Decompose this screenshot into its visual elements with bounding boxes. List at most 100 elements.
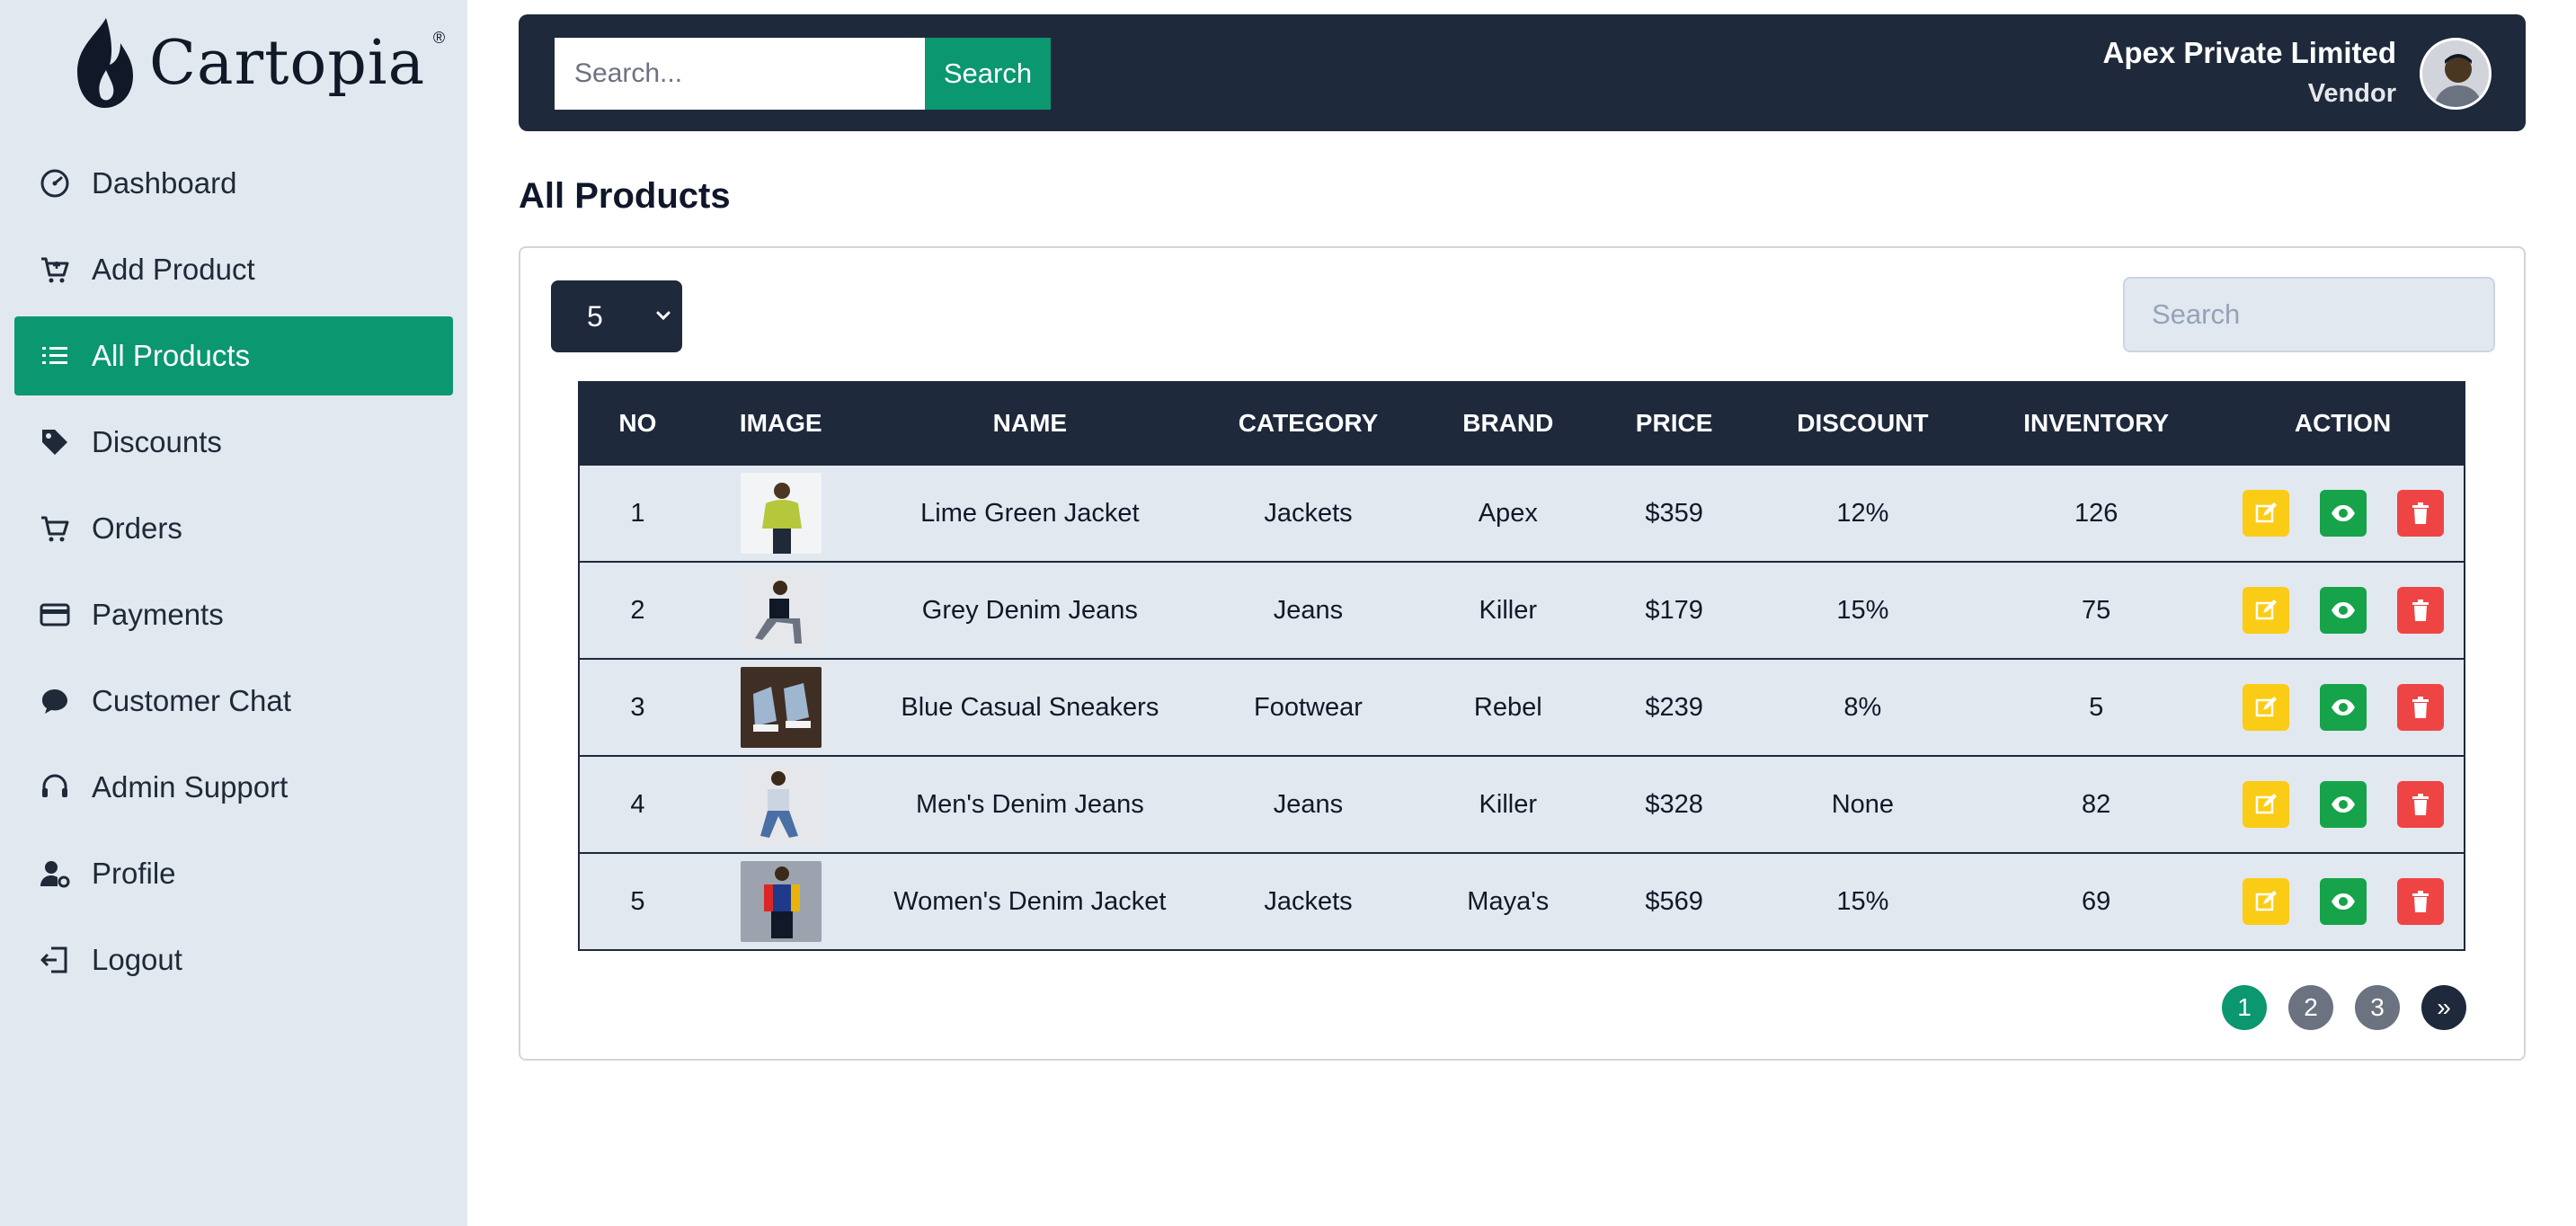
cell-image bbox=[695, 852, 866, 950]
edit-icon bbox=[2255, 794, 2277, 814]
view-button[interactable] bbox=[2319, 684, 2367, 731]
sidebar-item-all-products[interactable]: All Products bbox=[14, 316, 453, 395]
page-button-2[interactable]: 2 bbox=[2288, 985, 2333, 1030]
view-button[interactable] bbox=[2319, 490, 2367, 537]
flame-logo-icon bbox=[77, 18, 133, 108]
cell-category: Jeans bbox=[1194, 561, 1423, 659]
product-thumbnail[interactable] bbox=[740, 473, 822, 554]
sidebar-item-label: Discounts bbox=[92, 425, 222, 458]
delete-button[interactable] bbox=[2396, 684, 2444, 731]
column-header-discount: DISCOUNT bbox=[1754, 382, 1971, 465]
delete-button[interactable] bbox=[2396, 878, 2444, 925]
edit-button[interactable] bbox=[2242, 878, 2289, 925]
column-header-image: IMAGE bbox=[695, 382, 866, 465]
table-row: 1 Lime Green Jacket Jackets Apex $359 12… bbox=[579, 464, 2465, 562]
cell-price: $569 bbox=[1593, 852, 1755, 950]
page-size-select[interactable]: 5 bbox=[551, 280, 682, 352]
cell-actions bbox=[2222, 658, 2465, 756]
headset-icon bbox=[38, 770, 72, 804]
edit-button[interactable] bbox=[2242, 587, 2289, 634]
cell-image bbox=[695, 755, 866, 853]
edit-button[interactable] bbox=[2242, 781, 2289, 828]
cell-brand: Apex bbox=[1422, 464, 1594, 562]
registered-mark: ® bbox=[432, 29, 446, 47]
edit-icon bbox=[2255, 891, 2277, 911]
cell-no: 3 bbox=[579, 658, 696, 756]
brand-logo[interactable]: Cartopia ® bbox=[70, 16, 445, 110]
column-header-category: CATEGORY bbox=[1194, 382, 1423, 465]
cell-discount: 15% bbox=[1754, 852, 1971, 950]
header-search-button[interactable]: Search bbox=[925, 38, 1051, 110]
logout-icon bbox=[38, 943, 72, 977]
cell-actions bbox=[2222, 852, 2465, 950]
view-button[interactable] bbox=[2319, 587, 2367, 634]
page-size-value: 5 bbox=[587, 299, 603, 333]
table-search-input[interactable]: Search bbox=[2123, 277, 2495, 352]
trash-icon bbox=[2412, 697, 2429, 718]
table-row: 4 Men's Denim Jeans Jeans Killer $328 No… bbox=[579, 755, 2465, 853]
cell-inventory: 126 bbox=[1970, 464, 2223, 562]
chat-icon bbox=[38, 684, 72, 718]
delete-button[interactable] bbox=[2396, 781, 2444, 828]
column-header-price: PRICE bbox=[1593, 382, 1755, 465]
product-thumbnail[interactable] bbox=[740, 570, 822, 651]
edit-icon bbox=[2255, 502, 2277, 523]
cell-actions bbox=[2222, 561, 2465, 659]
sidebar-item-add-product[interactable]: Add Product bbox=[14, 230, 453, 309]
trash-icon bbox=[2412, 891, 2429, 912]
sidebar-item-logout[interactable]: Logout bbox=[14, 920, 453, 999]
sidebar-item-label: Orders bbox=[92, 511, 182, 545]
list-icon bbox=[38, 339, 72, 373]
sidebar-item-label: Admin Support bbox=[92, 770, 289, 804]
product-thumbnail[interactable] bbox=[740, 667, 822, 748]
products-card: 5 Search NO IMAGE NAME CATEGORY BRAND PR… bbox=[519, 246, 2526, 1061]
cell-name: Women's Denim Jacket bbox=[866, 852, 1195, 950]
avatar[interactable] bbox=[2420, 38, 2492, 110]
cell-image bbox=[695, 658, 866, 756]
cell-image bbox=[695, 561, 866, 659]
sidebar-item-label: Payments bbox=[92, 598, 224, 631]
cell-name: Men's Denim Jeans bbox=[866, 755, 1195, 853]
cell-no: 1 bbox=[579, 464, 696, 562]
page-button-3[interactable]: 3 bbox=[2355, 985, 2400, 1030]
cell-discount: 12% bbox=[1754, 464, 1971, 562]
sidebar-item-discounts[interactable]: Discounts bbox=[14, 403, 453, 482]
cell-no: 4 bbox=[579, 755, 696, 853]
column-header-action: ACTION bbox=[2222, 382, 2465, 465]
product-thumbnail[interactable] bbox=[740, 861, 822, 942]
sidebar-item-profile[interactable]: Profile bbox=[14, 834, 453, 913]
cell-no: 5 bbox=[579, 852, 696, 950]
sidebar-item-customer-chat[interactable]: Customer Chat bbox=[14, 662, 453, 741]
table-row: 3 Blue Casual Sneakers Footwear Rebel $2… bbox=[579, 658, 2465, 756]
cell-category: Jackets bbox=[1194, 852, 1423, 950]
edit-button[interactable] bbox=[2242, 684, 2289, 731]
eye-icon bbox=[2331, 699, 2355, 715]
header-search-input[interactable]: Search... bbox=[555, 38, 925, 110]
sidebar-item-label: All Products bbox=[92, 339, 251, 372]
delete-button[interactable] bbox=[2396, 490, 2444, 537]
cell-inventory: 75 bbox=[1970, 561, 2223, 659]
table-header-row: NO IMAGE NAME CATEGORY BRAND PRICE DISCO… bbox=[579, 382, 2465, 465]
table-row: 5 Women's Denim Jacket Jackets Maya's $5… bbox=[579, 852, 2465, 950]
cell-name: Blue Casual Sneakers bbox=[866, 658, 1195, 756]
delete-button[interactable] bbox=[2396, 587, 2444, 634]
cell-actions bbox=[2222, 464, 2465, 562]
top-header: Search... Search Apex Private Limited Ve… bbox=[519, 14, 2526, 131]
cell-image bbox=[695, 464, 866, 562]
view-button[interactable] bbox=[2319, 878, 2367, 925]
sidebar-item-payments[interactable]: Payments bbox=[14, 575, 453, 654]
cell-name: Lime Green Jacket bbox=[866, 464, 1195, 562]
user-name: Apex Private Limited bbox=[2102, 36, 2396, 69]
view-button[interactable] bbox=[2319, 781, 2367, 828]
next-page-button[interactable]: » bbox=[2421, 985, 2466, 1030]
cell-no: 2 bbox=[579, 561, 696, 659]
product-thumbnail[interactable] bbox=[740, 764, 822, 845]
page-button-1[interactable]: 1 bbox=[2222, 985, 2267, 1030]
cell-price: $359 bbox=[1593, 464, 1755, 562]
edit-button[interactable] bbox=[2242, 490, 2289, 537]
sidebar-item-orders[interactable]: Orders bbox=[14, 489, 453, 568]
cart-icon bbox=[38, 511, 72, 546]
sidebar-item-dashboard[interactable]: Dashboard bbox=[14, 144, 453, 223]
sidebar-item-admin-support[interactable]: Admin Support bbox=[14, 748, 453, 827]
chevron-down-icon bbox=[656, 311, 671, 321]
